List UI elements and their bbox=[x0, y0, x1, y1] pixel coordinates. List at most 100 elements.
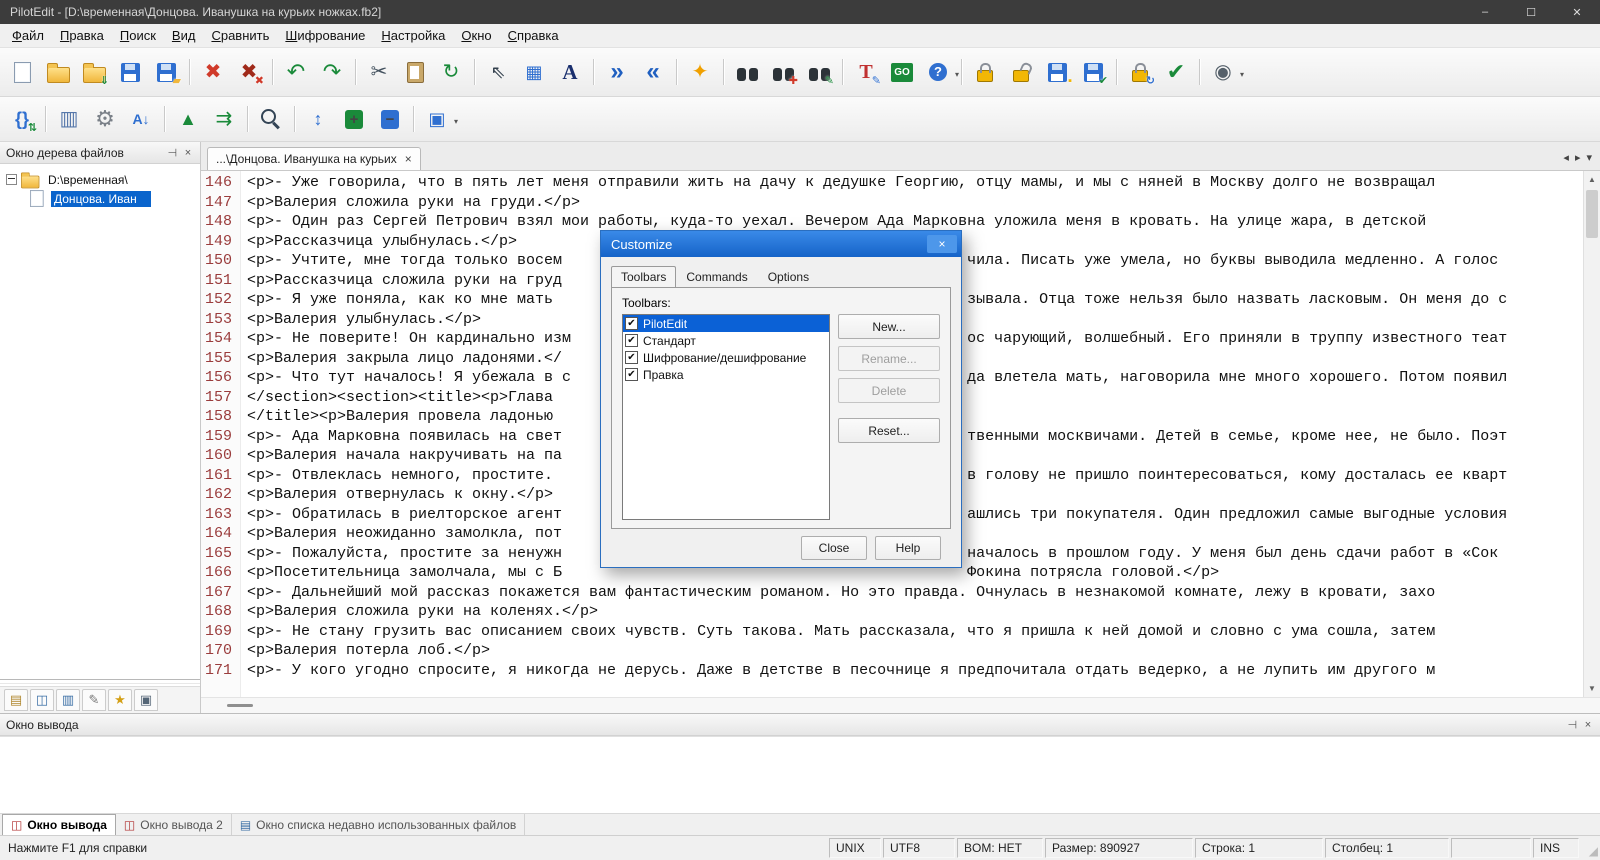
dropdown-arrow-icon[interactable]: ▾ bbox=[955, 70, 959, 79]
checkbox-icon[interactable]: ✔ bbox=[625, 351, 638, 364]
dialog-close-icon[interactable]: × bbox=[927, 235, 957, 253]
toolbar-list-item[interactable]: ✔ Стандарт bbox=[623, 332, 829, 349]
tab-close-icon[interactable]: × bbox=[405, 152, 412, 166]
maximize-button[interactable]: ☐ bbox=[1508, 0, 1554, 24]
save-encrypted-icon[interactable]: ▪ bbox=[1039, 55, 1075, 89]
find-in-files-icon[interactable]: ✚ bbox=[765, 55, 801, 89]
window-options-icon[interactable]: ▣ ▾ bbox=[419, 102, 458, 136]
output-tab-2[interactable]: ◫ Окно вывода 2 bbox=[116, 814, 232, 835]
scroll-up-icon[interactable]: ▲ bbox=[1588, 171, 1596, 188]
vscroll-thumb[interactable] bbox=[1586, 190, 1598, 238]
dialog-tab-toolbars[interactable]: Toolbars bbox=[611, 266, 677, 288]
sidebar-splitter[interactable] bbox=[0, 679, 200, 684]
menu-window[interactable]: Окно bbox=[453, 26, 499, 45]
close-all-files-icon[interactable]: ✖ ✖ bbox=[231, 55, 267, 89]
open-file-icon[interactable] bbox=[40, 55, 76, 89]
menu-file[interactable]: Файл bbox=[4, 26, 52, 45]
pin-icon[interactable]: ⊤ bbox=[166, 145, 179, 161]
dropdown-arrow-icon[interactable]: ▾ bbox=[454, 117, 458, 126]
recent-files-tab[interactable]: ▤ Окно списка недавно использованных файл… bbox=[232, 814, 526, 835]
tree-node-folder[interactable]: D:\временная\ bbox=[0, 170, 200, 189]
paste-icon[interactable] bbox=[397, 55, 433, 89]
help-icon[interactable]: ▾ bbox=[920, 55, 959, 89]
close-button[interactable]: Close bbox=[801, 536, 867, 560]
resize-grip-icon[interactable]: ◢ bbox=[1580, 836, 1600, 860]
settings-gears-icon[interactable]: ⚙ bbox=[87, 102, 123, 136]
encrypt-decrypt-icon[interactable]: ↻ bbox=[1122, 55, 1158, 89]
checkbox-icon[interactable]: ✔ bbox=[625, 334, 638, 347]
find-icon[interactable] bbox=[729, 55, 765, 89]
tree-tab-favorites-icon[interactable]: ★ bbox=[108, 689, 132, 711]
menu-encryption[interactable]: Шифрование bbox=[277, 26, 373, 45]
output-pin-icon[interactable]: ⊤ bbox=[1566, 717, 1579, 733]
new-file-icon[interactable] bbox=[4, 55, 40, 89]
tree-tab-files-icon[interactable]: ▤ bbox=[4, 689, 28, 711]
help-button[interactable]: Help bbox=[875, 536, 941, 560]
minimize-button[interactable]: – bbox=[1462, 0, 1508, 24]
backup-icon[interactable]: ◉ ▾ bbox=[1205, 55, 1244, 89]
checkbox-icon[interactable]: ✔ bbox=[625, 317, 638, 330]
find-prev-icon[interactable]: « bbox=[635, 55, 671, 89]
goto-line-icon[interactable]: ⇉ bbox=[206, 102, 242, 136]
menu-settings[interactable]: Настройка bbox=[373, 26, 453, 45]
dropdown-arrow-icon[interactable]: ▾ bbox=[1240, 70, 1244, 79]
script-sort-icon[interactable]: {} ⇅ bbox=[4, 102, 40, 136]
menu-help[interactable]: Справка bbox=[500, 26, 567, 45]
highlight-text-icon[interactable]: T ✎ bbox=[848, 55, 884, 89]
find-next-icon[interactable]: » bbox=[599, 55, 635, 89]
alert-bell-icon[interactable]: ✦ bbox=[682, 55, 718, 89]
unlock-icon[interactable] bbox=[1003, 55, 1039, 89]
move-top-icon[interactable]: ▲ bbox=[170, 102, 206, 136]
toolbar-list-item[interactable]: ✔ Шифрование/дешифрование bbox=[623, 349, 829, 366]
tab-menu-icon[interactable]: ▾ bbox=[1586, 151, 1592, 164]
checkbox-icon[interactable]: ✔ bbox=[625, 368, 638, 381]
vertical-scrollbar[interactable]: ▲ ▼ bbox=[1583, 171, 1600, 697]
close-file-icon[interactable]: ✖ bbox=[195, 55, 231, 89]
save-all-icon[interactable]: ▰ bbox=[148, 55, 184, 89]
open-remote-file-icon[interactable]: ⇓ bbox=[76, 55, 112, 89]
cut-icon[interactable]: ✂ bbox=[361, 55, 397, 89]
checksum-icon[interactable]: ✔ bbox=[1158, 55, 1194, 89]
goto-icon[interactable] bbox=[884, 55, 920, 89]
horizontal-scrollbar[interactable] bbox=[201, 697, 1600, 713]
toolbars-listbox[interactable]: ✔ PilotEdit ✔ Стандарт ✔ Шифрование/дешифрова… bbox=[622, 314, 830, 520]
dialog-tab-commands[interactable]: Commands bbox=[676, 266, 757, 288]
replace-in-files-icon[interactable]: ✎ bbox=[801, 55, 837, 89]
menu-view[interactable]: Вид bbox=[164, 26, 204, 45]
scroll-down-icon[interactable]: ▼ bbox=[1588, 680, 1596, 697]
new-button[interactable]: New... bbox=[838, 314, 940, 339]
reset-button[interactable]: Reset... bbox=[838, 418, 940, 443]
tab-scroll-right-icon[interactable]: ▸ bbox=[1575, 151, 1581, 164]
tree-tab-ftp-icon[interactable]: ▥ bbox=[56, 689, 80, 711]
tree-tab-windows-icon[interactable]: ▣ bbox=[134, 689, 158, 711]
file-compare-icon[interactable]: ▥ bbox=[51, 102, 87, 136]
select-mode-icon[interactable]: ⇖ bbox=[480, 55, 516, 89]
dialog-tab-options[interactable]: Options bbox=[758, 266, 819, 288]
redo-icon[interactable]: ↷ bbox=[314, 55, 350, 89]
dialog-title-bar[interactable]: Customize × bbox=[601, 231, 961, 257]
expand-all-icon[interactable]: + bbox=[336, 102, 372, 136]
toolbar-list-item[interactable]: ✔ Правка bbox=[623, 366, 829, 383]
undo-icon[interactable]: ↶ bbox=[278, 55, 314, 89]
tree-tab-edit-icon[interactable]: ✎ bbox=[82, 689, 106, 711]
close-button[interactable]: ✕ bbox=[1554, 0, 1600, 24]
tree-tab-explorer-icon[interactable]: ◫ bbox=[30, 689, 54, 711]
tab-scroll-left-icon[interactable]: ◂ bbox=[1563, 151, 1569, 164]
toolbar-list-item[interactable]: ✔ PilotEdit bbox=[623, 315, 829, 332]
font-icon[interactable]: A bbox=[552, 55, 588, 89]
tree-node-file[interactable]: Донцова. Иван bbox=[0, 189, 200, 208]
menu-compare[interactable]: Сравнить bbox=[203, 26, 277, 45]
browse-find-icon[interactable] bbox=[253, 102, 289, 136]
sort-az-icon[interactable]: A↓ bbox=[123, 102, 159, 136]
save-icon[interactable] bbox=[112, 55, 148, 89]
output-close-icon[interactable]: × bbox=[1580, 719, 1596, 731]
menu-search[interactable]: Поиск bbox=[112, 26, 164, 45]
fit-height-icon[interactable]: ↕ bbox=[300, 102, 336, 136]
panel-close-icon[interactable]: × bbox=[180, 147, 196, 159]
editor-tab[interactable]: ...\Донцова. Иванушка на курьих × bbox=[207, 147, 421, 170]
save-verified-icon[interactable]: ✔ bbox=[1075, 55, 1111, 89]
hscroll-thumb[interactable] bbox=[227, 704, 253, 707]
collapse-all-icon[interactable]: − bbox=[372, 102, 408, 136]
column-mode-icon[interactable]: ▦ bbox=[516, 55, 552, 89]
output-tab-1[interactable]: ◫ Окно вывода bbox=[2, 814, 116, 835]
